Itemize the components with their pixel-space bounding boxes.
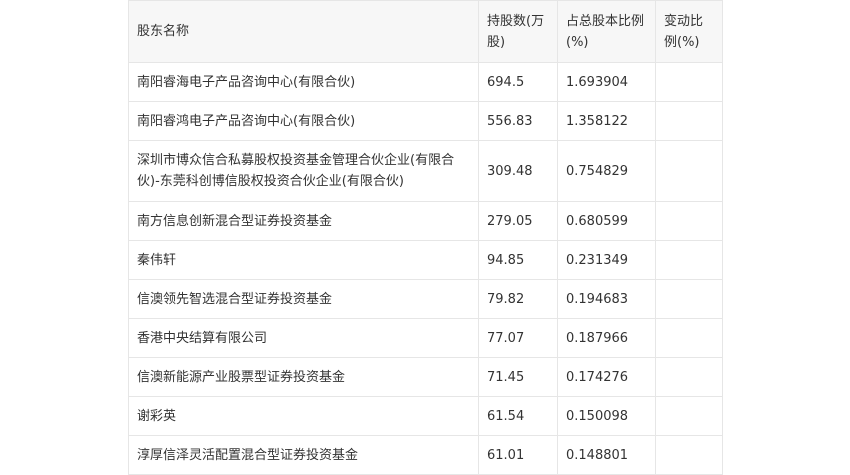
table-row: 谢彩英 61.54 0.150098: [128, 396, 723, 436]
cell-share-ratio: 0.194683: [557, 279, 656, 319]
cell-shareholder-name: 谢彩英: [128, 396, 479, 436]
header-shares-held: 持股数(万股): [478, 0, 558, 63]
cell-change-ratio: [655, 318, 723, 358]
cell-shareholder-name: 南阳睿海电子产品咨询中心(有限合伙): [128, 62, 479, 102]
table-row: 信澳领先智选混合型证券投资基金 79.82 0.194683: [128, 279, 723, 319]
cell-shareholder-name: 南阳睿鸿电子产品咨询中心(有限合伙): [128, 101, 479, 141]
table-header-row: 股东名称 持股数(万股) 占总股本比例(%) 变动比例(%): [128, 0, 723, 63]
cell-shareholder-name: 秦伟轩: [128, 240, 479, 280]
cell-shareholder-name: 香港中央结算有限公司: [128, 318, 479, 358]
cell-shares-held: 556.83: [478, 101, 558, 141]
shareholder-table-container: 股东名称 持股数(万股) 占总股本比例(%) 变动比例(%) 南阳睿海电子产品咨…: [128, 0, 723, 475]
cell-shareholder-name: 深圳市博众信合私募股权投资基金管理合伙企业(有限合伙)-东莞科创博信股权投资合伙…: [128, 140, 479, 202]
table-row: 信澳新能源产业股票型证券投资基金 71.45 0.174276: [128, 357, 723, 397]
shareholder-table: 股东名称 持股数(万股) 占总股本比例(%) 变动比例(%) 南阳睿海电子产品咨…: [128, 0, 723, 475]
table-row: 秦伟轩 94.85 0.231349: [128, 240, 723, 280]
table-row: 南方信息创新混合型证券投资基金 279.05 0.680599: [128, 201, 723, 241]
cell-share-ratio: 0.754829: [557, 140, 656, 202]
cell-change-ratio: [655, 435, 723, 475]
cell-shares-held: 77.07: [478, 318, 558, 358]
cell-share-ratio: 0.148801: [557, 435, 656, 475]
cell-shareholder-name: 南方信息创新混合型证券投资基金: [128, 201, 479, 241]
cell-shares-held: 309.48: [478, 140, 558, 202]
cell-change-ratio: [655, 240, 723, 280]
cell-change-ratio: [655, 101, 723, 141]
cell-change-ratio: [655, 396, 723, 436]
cell-share-ratio: 1.358122: [557, 101, 656, 141]
cell-shares-held: 71.45: [478, 357, 558, 397]
header-change-ratio: 变动比例(%): [655, 0, 723, 63]
cell-share-ratio: 0.231349: [557, 240, 656, 280]
cell-shares-held: 94.85: [478, 240, 558, 280]
header-share-ratio: 占总股本比例(%): [557, 0, 656, 63]
table-row: 淳厚信泽灵活配置混合型证券投资基金 61.01 0.148801: [128, 435, 723, 475]
table-row: 香港中央结算有限公司 77.07 0.187966: [128, 318, 723, 358]
cell-shareholder-name: 信澳领先智选混合型证券投资基金: [128, 279, 479, 319]
cell-share-ratio: 0.680599: [557, 201, 656, 241]
cell-change-ratio: [655, 201, 723, 241]
cell-change-ratio: [655, 279, 723, 319]
cell-change-ratio: [655, 140, 723, 202]
header-shareholder-name: 股东名称: [128, 0, 479, 63]
cell-shareholder-name: 信澳新能源产业股票型证券投资基金: [128, 357, 479, 397]
cell-shares-held: 279.05: [478, 201, 558, 241]
cell-shareholder-name: 淳厚信泽灵活配置混合型证券投资基金: [128, 435, 479, 475]
cell-shares-held: 61.54: [478, 396, 558, 436]
cell-share-ratio: 0.187966: [557, 318, 656, 358]
cell-change-ratio: [655, 357, 723, 397]
cell-shares-held: 79.82: [478, 279, 558, 319]
cell-share-ratio: 1.693904: [557, 62, 656, 102]
cell-shares-held: 61.01: [478, 435, 558, 475]
table-row: 南阳睿鸿电子产品咨询中心(有限合伙) 556.83 1.358122: [128, 101, 723, 141]
cell-share-ratio: 0.174276: [557, 357, 656, 397]
cell-share-ratio: 0.150098: [557, 396, 656, 436]
cell-shares-held: 694.5: [478, 62, 558, 102]
cell-change-ratio: [655, 62, 723, 102]
table-row: 南阳睿海电子产品咨询中心(有限合伙) 694.5 1.693904: [128, 62, 723, 102]
table-row: 深圳市博众信合私募股权投资基金管理合伙企业(有限合伙)-东莞科创博信股权投资合伙…: [128, 140, 723, 202]
